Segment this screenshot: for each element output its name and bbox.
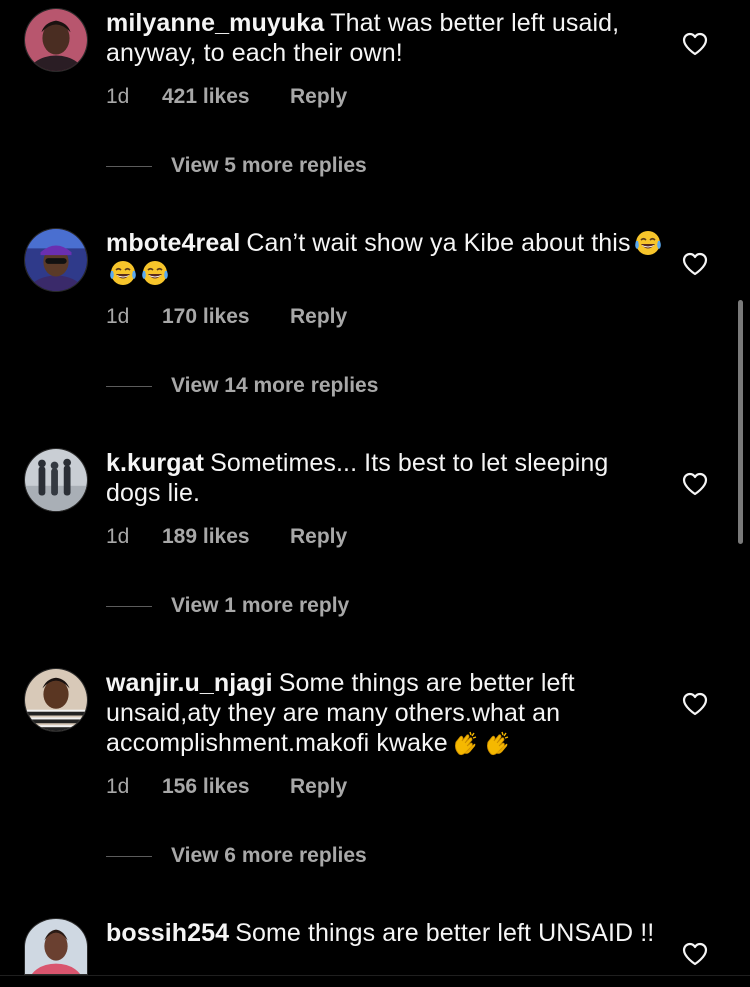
- heart-icon[interactable]: [682, 942, 708, 966]
- comment-body: k.kurgat Sometimes... Its best to let sle…: [106, 448, 666, 550]
- clapping-hands-emoji: [482, 729, 512, 757]
- reply-button[interactable]: Reply: [290, 525, 347, 549]
- comment-likes[interactable]: 156 likes: [162, 775, 290, 799]
- view-more-replies-label: View 1 more reply: [171, 594, 350, 617]
- divider: [106, 165, 152, 167]
- reply-button[interactable]: Reply: [290, 775, 347, 799]
- comment-meta: 1d 156 likes Reply: [106, 774, 666, 800]
- divider: [106, 385, 152, 387]
- view-more-replies-button[interactable]: View 6 more replies: [106, 844, 367, 868]
- view-more-replies-button[interactable]: View 14 more replies: [106, 374, 378, 398]
- comment-body: milyanne_muyuka That was better left usai…: [106, 8, 666, 110]
- divider: [0, 975, 750, 976]
- heart-icon[interactable]: [682, 32, 708, 56]
- tears-of-joy-emoji: [633, 229, 663, 257]
- view-more-replies-label: View 5 more replies: [171, 154, 367, 177]
- view-more-replies-button[interactable]: View 5 more replies: [106, 154, 367, 178]
- comment-meta: 1d 421 likes Reply: [106, 84, 666, 110]
- comment-text-block: milyanne_muyuka That was better left usai…: [106, 8, 666, 68]
- comment-username[interactable]: wanjir.u_njagi: [106, 669, 273, 697]
- avatar[interactable]: [24, 448, 88, 512]
- comment-username[interactable]: milyanne_muyuka: [106, 9, 324, 37]
- comment-body: wanjir.u_njagi Some things are better lef…: [106, 668, 666, 800]
- comment-username[interactable]: bossih254: [106, 919, 229, 947]
- comment-text: Can’t wait show ya Kibe about this: [246, 229, 631, 257]
- divider: [106, 605, 152, 607]
- comment-time: 1d: [106, 775, 130, 798]
- comment-body: mbote4real Can’t wait show ya Kibe about …: [106, 228, 666, 330]
- comment-meta: 1d 170 likes Reply: [106, 304, 666, 330]
- comment-text-block: bossih254 Some things are better left UNS…: [106, 918, 666, 948]
- comment-text-block: wanjir.u_njagi Some things are better lef…: [106, 668, 666, 758]
- comment-meta: 1d 189 likes Reply: [106, 524, 666, 550]
- comment-text-block: k.kurgat Sometimes... Its best to let sle…: [106, 448, 666, 508]
- avatar[interactable]: [24, 918, 88, 975]
- comment-username[interactable]: mbote4real: [106, 229, 240, 257]
- avatar[interactable]: [24, 8, 88, 72]
- view-more-replies-label: View 6 more replies: [171, 844, 367, 867]
- tears-of-joy-emoji: [140, 259, 170, 287]
- comment-username[interactable]: k.kurgat: [106, 449, 204, 477]
- comment-likes[interactable]: 189 likes: [162, 525, 290, 549]
- clapping-hands-emoji: [450, 729, 480, 757]
- scrollbar[interactable]: [738, 300, 743, 544]
- comment-likes[interactable]: 421 likes: [162, 85, 290, 109]
- tears-of-joy-emoji: [108, 259, 138, 287]
- comment-time: 1d: [106, 525, 130, 548]
- heart-icon[interactable]: [682, 472, 708, 496]
- comment-time: 1d: [106, 305, 130, 328]
- view-more-replies-label: View 14 more replies: [171, 374, 379, 397]
- comment-body: bossih254 Some things are better left UNS…: [106, 918, 666, 948]
- avatar[interactable]: [24, 228, 88, 292]
- comments-list: milyanne_muyuka That was better left usai…: [0, 0, 750, 987]
- comment-likes[interactable]: 170 likes: [162, 305, 290, 329]
- view-more-replies-button[interactable]: View 1 more reply: [106, 594, 349, 618]
- comment-time: 1d: [106, 85, 130, 108]
- heart-icon[interactable]: [682, 252, 708, 276]
- reply-button[interactable]: Reply: [290, 305, 347, 329]
- comment-text-block: mbote4real Can’t wait show ya Kibe about …: [106, 228, 666, 288]
- comment-text: Some things are better left UNSAID !!: [235, 919, 655, 947]
- avatar[interactable]: [24, 668, 88, 732]
- heart-icon[interactable]: [682, 692, 708, 716]
- reply-button[interactable]: Reply: [290, 85, 347, 109]
- divider: [106, 855, 152, 857]
